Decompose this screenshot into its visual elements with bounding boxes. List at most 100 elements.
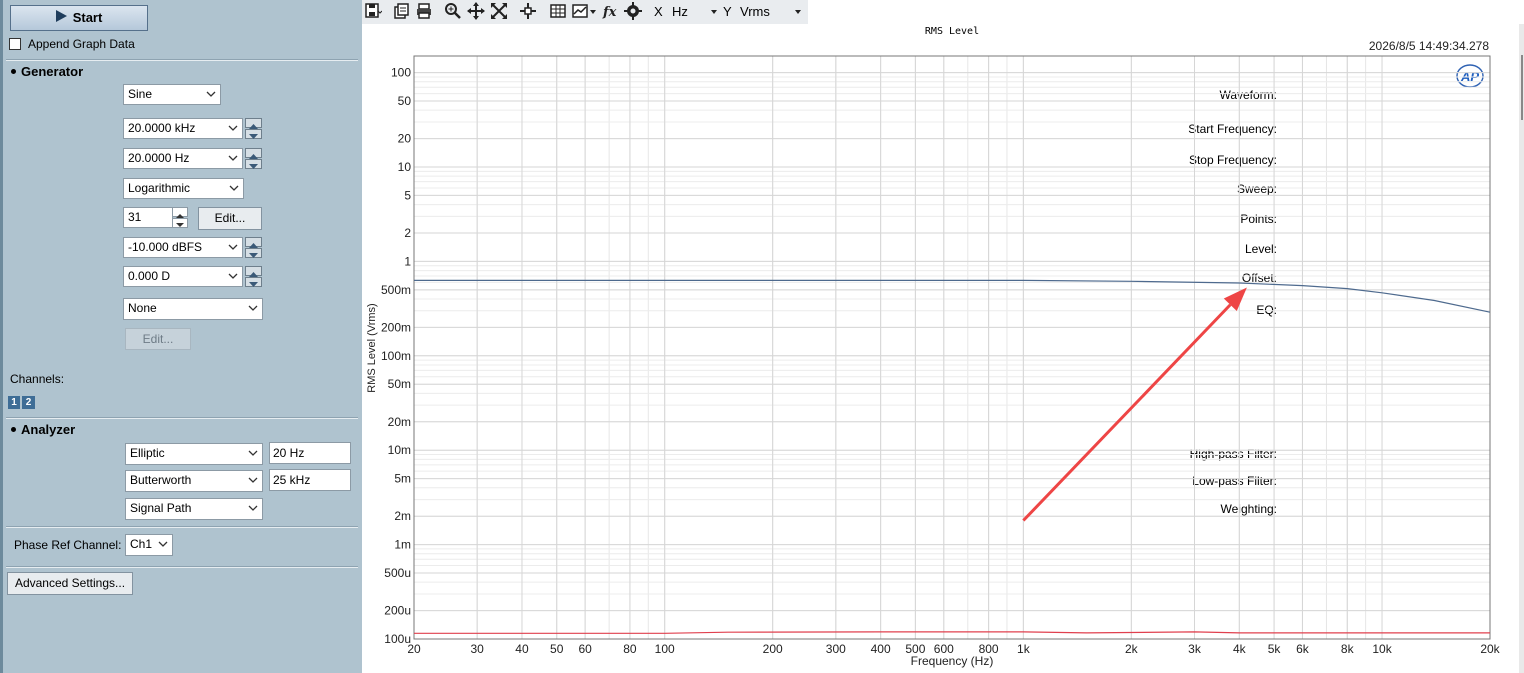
points-stepper[interactable] <box>172 207 188 228</box>
start-frequency-input[interactable]: 20.0000 kHz <box>123 118 243 139</box>
level-stepper[interactable] <box>245 237 262 258</box>
channels-label: Channels: <box>10 372 65 386</box>
x-tick-label: 2k <box>1125 642 1139 656</box>
x-unit-select[interactable]: Hz <box>668 2 720 22</box>
eq-edit-button[interactable]: Edit... <box>125 328 191 350</box>
copy-icon[interactable] <box>392 2 410 20</box>
y-tick-label: 5m <box>394 472 411 486</box>
lowpass-type-select[interactable]: Butterworth <box>125 470 263 492</box>
y-tick-label: 500m <box>381 283 411 297</box>
y-tick-label: 20m <box>388 415 411 429</box>
chevron-down-icon <box>227 152 239 164</box>
chevron-down-icon <box>205 88 217 100</box>
step-down-icon[interactable] <box>172 218 188 228</box>
graph-title: RMS Level <box>925 26 979 37</box>
y-tick-label: 1m <box>394 538 411 552</box>
start-button-label: Start <box>72 10 103 25</box>
x-tick-label: 4k <box>1233 642 1247 656</box>
step-up-icon[interactable] <box>172 207 188 218</box>
bullet-icon <box>11 69 16 74</box>
y-tick-label: 100 <box>391 66 411 80</box>
x-tick-label: 8k <box>1341 642 1355 656</box>
eq-value: None <box>128 301 157 315</box>
fit-icon[interactable] <box>467 2 485 20</box>
y-tick-label: 200m <box>381 320 411 334</box>
x-tick-label: 5k <box>1268 642 1282 656</box>
vertical-scrollbar[interactable] <box>1519 24 1524 673</box>
x-tick-label: 200 <box>763 642 783 656</box>
step-down-icon[interactable] <box>245 248 262 258</box>
append-graph-label: Append Graph Data <box>28 37 135 51</box>
x-tick-label: 20k <box>1480 642 1500 656</box>
start-frequency-stepper[interactable] <box>245 118 262 139</box>
weighting-select[interactable]: Signal Path <box>125 498 263 520</box>
axis-ticks: 20 30 40 50 60 80 100 200 300 400 500 600 800 1k 2k 3k 4… <box>381 66 1501 656</box>
eq-select[interactable]: None <box>123 298 263 320</box>
divider <box>6 566 358 568</box>
y-tick-label: 50 <box>398 94 412 108</box>
stop-frequency-input[interactable]: 20.0000 Hz <box>123 148 243 169</box>
stop-frequency-stepper[interactable] <box>245 148 262 169</box>
scrollbar-thumb[interactable] <box>1521 55 1523 120</box>
table-icon[interactable] <box>549 2 567 20</box>
y-unit-select[interactable]: Vrms <box>736 2 806 22</box>
autoscale-icon[interactable] <box>490 2 508 20</box>
y-tick-label: 10 <box>398 160 412 174</box>
step-down-icon[interactable] <box>245 129 262 139</box>
highpass-frequency-input[interactable]: 20 Hz <box>269 442 351 464</box>
start-button[interactable]: Start <box>10 5 148 31</box>
offset-value: 0.000 D <box>128 269 171 283</box>
x-tick-label: 40 <box>515 642 529 656</box>
graph-style-icon[interactable] <box>571 2 597 20</box>
x-unit-value: Hz <box>672 4 688 19</box>
points-edit-button[interactable]: Edit... <box>198 207 262 230</box>
zoom-icon[interactable] <box>444 2 462 20</box>
phase-ref-select[interactable]: Ch1 <box>125 534 173 556</box>
chevron-down-icon <box>157 538 169 550</box>
step-up-icon[interactable] <box>245 237 262 248</box>
y-tick-label: 50m <box>388 377 411 391</box>
y-tick-label: 100u <box>384 632 411 646</box>
sweep-select[interactable]: Logarithmic <box>123 178 244 199</box>
step-down-icon[interactable] <box>245 277 262 287</box>
step-down-icon[interactable] <box>245 159 262 169</box>
step-up-icon[interactable] <box>245 118 262 129</box>
fx-icon[interactable]: fx <box>601 2 619 20</box>
x-tick-label: 60 <box>578 642 592 656</box>
append-graph-checkbox[interactable] <box>9 38 21 50</box>
rms-level-graph[interactable]: RMS Level 2026/8/5 14:49:34.278 AP 20 30 4… <box>362 24 1519 673</box>
y-tick-label: 100m <box>381 349 411 363</box>
graph-grid <box>413 56 1491 640</box>
settings-icon[interactable] <box>624 2 642 20</box>
offset-input[interactable]: 0.000 D <box>123 266 243 287</box>
lowpass-frequency-input[interactable]: 25 kHz <box>269 469 351 491</box>
cursor-icon[interactable] <box>519 2 537 20</box>
analyzer-header[interactable]: Analyzer <box>9 422 75 437</box>
points-input[interactable]: 31 <box>123 207 173 228</box>
channel-1-toggle[interactable]: 1 <box>8 396 20 409</box>
waveform-select[interactable]: Sine <box>123 84 221 105</box>
highpass-type-select[interactable]: Elliptic <box>125 443 263 465</box>
x-tick-label: 100 <box>655 642 675 656</box>
advanced-settings-button[interactable]: Advanced Settings... <box>7 572 133 595</box>
dropdown-arrow-icon <box>710 6 718 20</box>
offset-stepper[interactable] <box>245 266 262 287</box>
chevron-down-icon <box>247 447 259 459</box>
series-line-ch2 <box>414 631 1490 634</box>
level-input[interactable]: -10.000 dBFS <box>123 237 243 258</box>
y-tick-label: 20 <box>398 132 412 146</box>
bullet-icon <box>11 427 16 432</box>
chevron-down-icon <box>227 270 239 282</box>
generator-header[interactable]: Generator <box>9 64 83 79</box>
step-up-icon[interactable] <box>245 266 262 277</box>
divider <box>6 526 358 528</box>
waveform-value: Sine <box>128 87 153 101</box>
save-icon[interactable] <box>364 2 382 20</box>
chevron-down-icon <box>247 302 259 314</box>
y-tick-label: 1 <box>404 254 411 268</box>
step-up-icon[interactable] <box>245 148 262 159</box>
channel-2-toggle[interactable]: 2 <box>22 396 35 409</box>
ap-logo: AP <box>1456 64 1484 88</box>
print-icon[interactable] <box>415 2 433 20</box>
y-unit-value: Vrms <box>740 4 770 19</box>
